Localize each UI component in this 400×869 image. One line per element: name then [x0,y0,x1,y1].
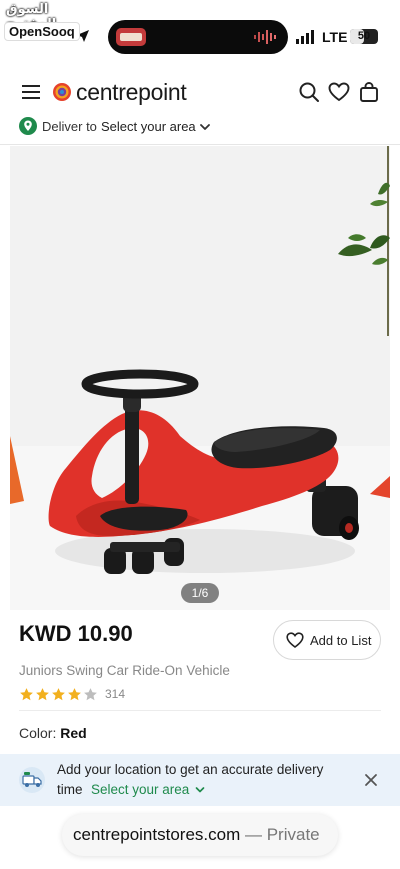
color-row: Color: Red [19,725,87,741]
chevron-down-icon[interactable] [198,120,212,134]
private-mode-label: — Private [244,825,320,844]
gallery-edge [0,146,10,610]
product-image [10,146,390,610]
signal-icon [296,30,314,44]
address-text: centrepointstores.com — Private [73,825,320,845]
divider [0,144,400,145]
audio-waveform-icon [254,30,276,44]
product-name: Juniors Swing Car Ride-On Vehicle [19,663,230,678]
heart-icon [286,632,304,648]
url-domain: centrepointstores.com [73,825,241,844]
site-header: centrepoint [0,72,400,112]
logo-mark-icon [53,83,71,101]
star-icon [84,687,97,700]
status-bar: 10:25 السوق المفتوح OpenSooq LTE 50 [0,0,400,72]
star-icon [20,687,33,700]
search-icon[interactable] [298,81,320,103]
product-rating[interactable]: 314 [19,685,125,703]
watermark-brand: OpenSooq [4,22,80,41]
chevron-down-icon[interactable] [194,784,206,796]
star-icon [68,687,81,700]
star-icon [36,687,49,700]
address-bar[interactable]: centrepointstores.com — Private [62,814,338,856]
select-area-link[interactable]: Select your area [91,782,189,797]
watermark: السوق المفتوح OpenSooq [4,2,80,42]
network-type: LTE [322,29,348,45]
heart-icon[interactable] [328,81,350,103]
location-message-time: time [57,782,83,797]
battery-icon: 50 [350,29,378,44]
dynamic-island [108,20,288,54]
menu-icon[interactable] [20,81,42,103]
divider [19,710,381,711]
live-activity-app-icon [116,28,146,46]
image-counter: 1/6 [181,583,219,603]
bag-icon[interactable] [358,81,380,103]
deliver-to-bar[interactable]: Deliver to Select your area [0,114,400,142]
color-value: Red [60,725,87,741]
deliver-area-select[interactable]: Select your area [101,119,196,134]
rating-count: 314 [105,687,126,701]
product-price: KWD 10.90 [19,621,133,646]
deliver-to-label: Deliver to [42,119,97,134]
location-banner: Add your location to get an accurate del… [0,754,400,806]
color-label: Color: [19,725,57,741]
rating-stars [19,687,99,702]
star-icon [52,687,65,700]
gallery-edge [390,146,400,610]
add-to-list-button[interactable]: Add to List [273,620,381,660]
logo-text: centrepoint [76,78,187,105]
centrepoint-logo[interactable]: centrepoint [52,77,187,107]
location-message: Add your location to get an accurate del… [57,762,324,777]
delivery-truck-icon [19,767,45,793]
add-to-list-label: Add to List [310,633,372,648]
battery-level: 50 [357,30,371,42]
product-image-gallery[interactable] [10,146,390,610]
location-pin-icon [19,117,37,135]
close-icon[interactable] [363,772,379,788]
